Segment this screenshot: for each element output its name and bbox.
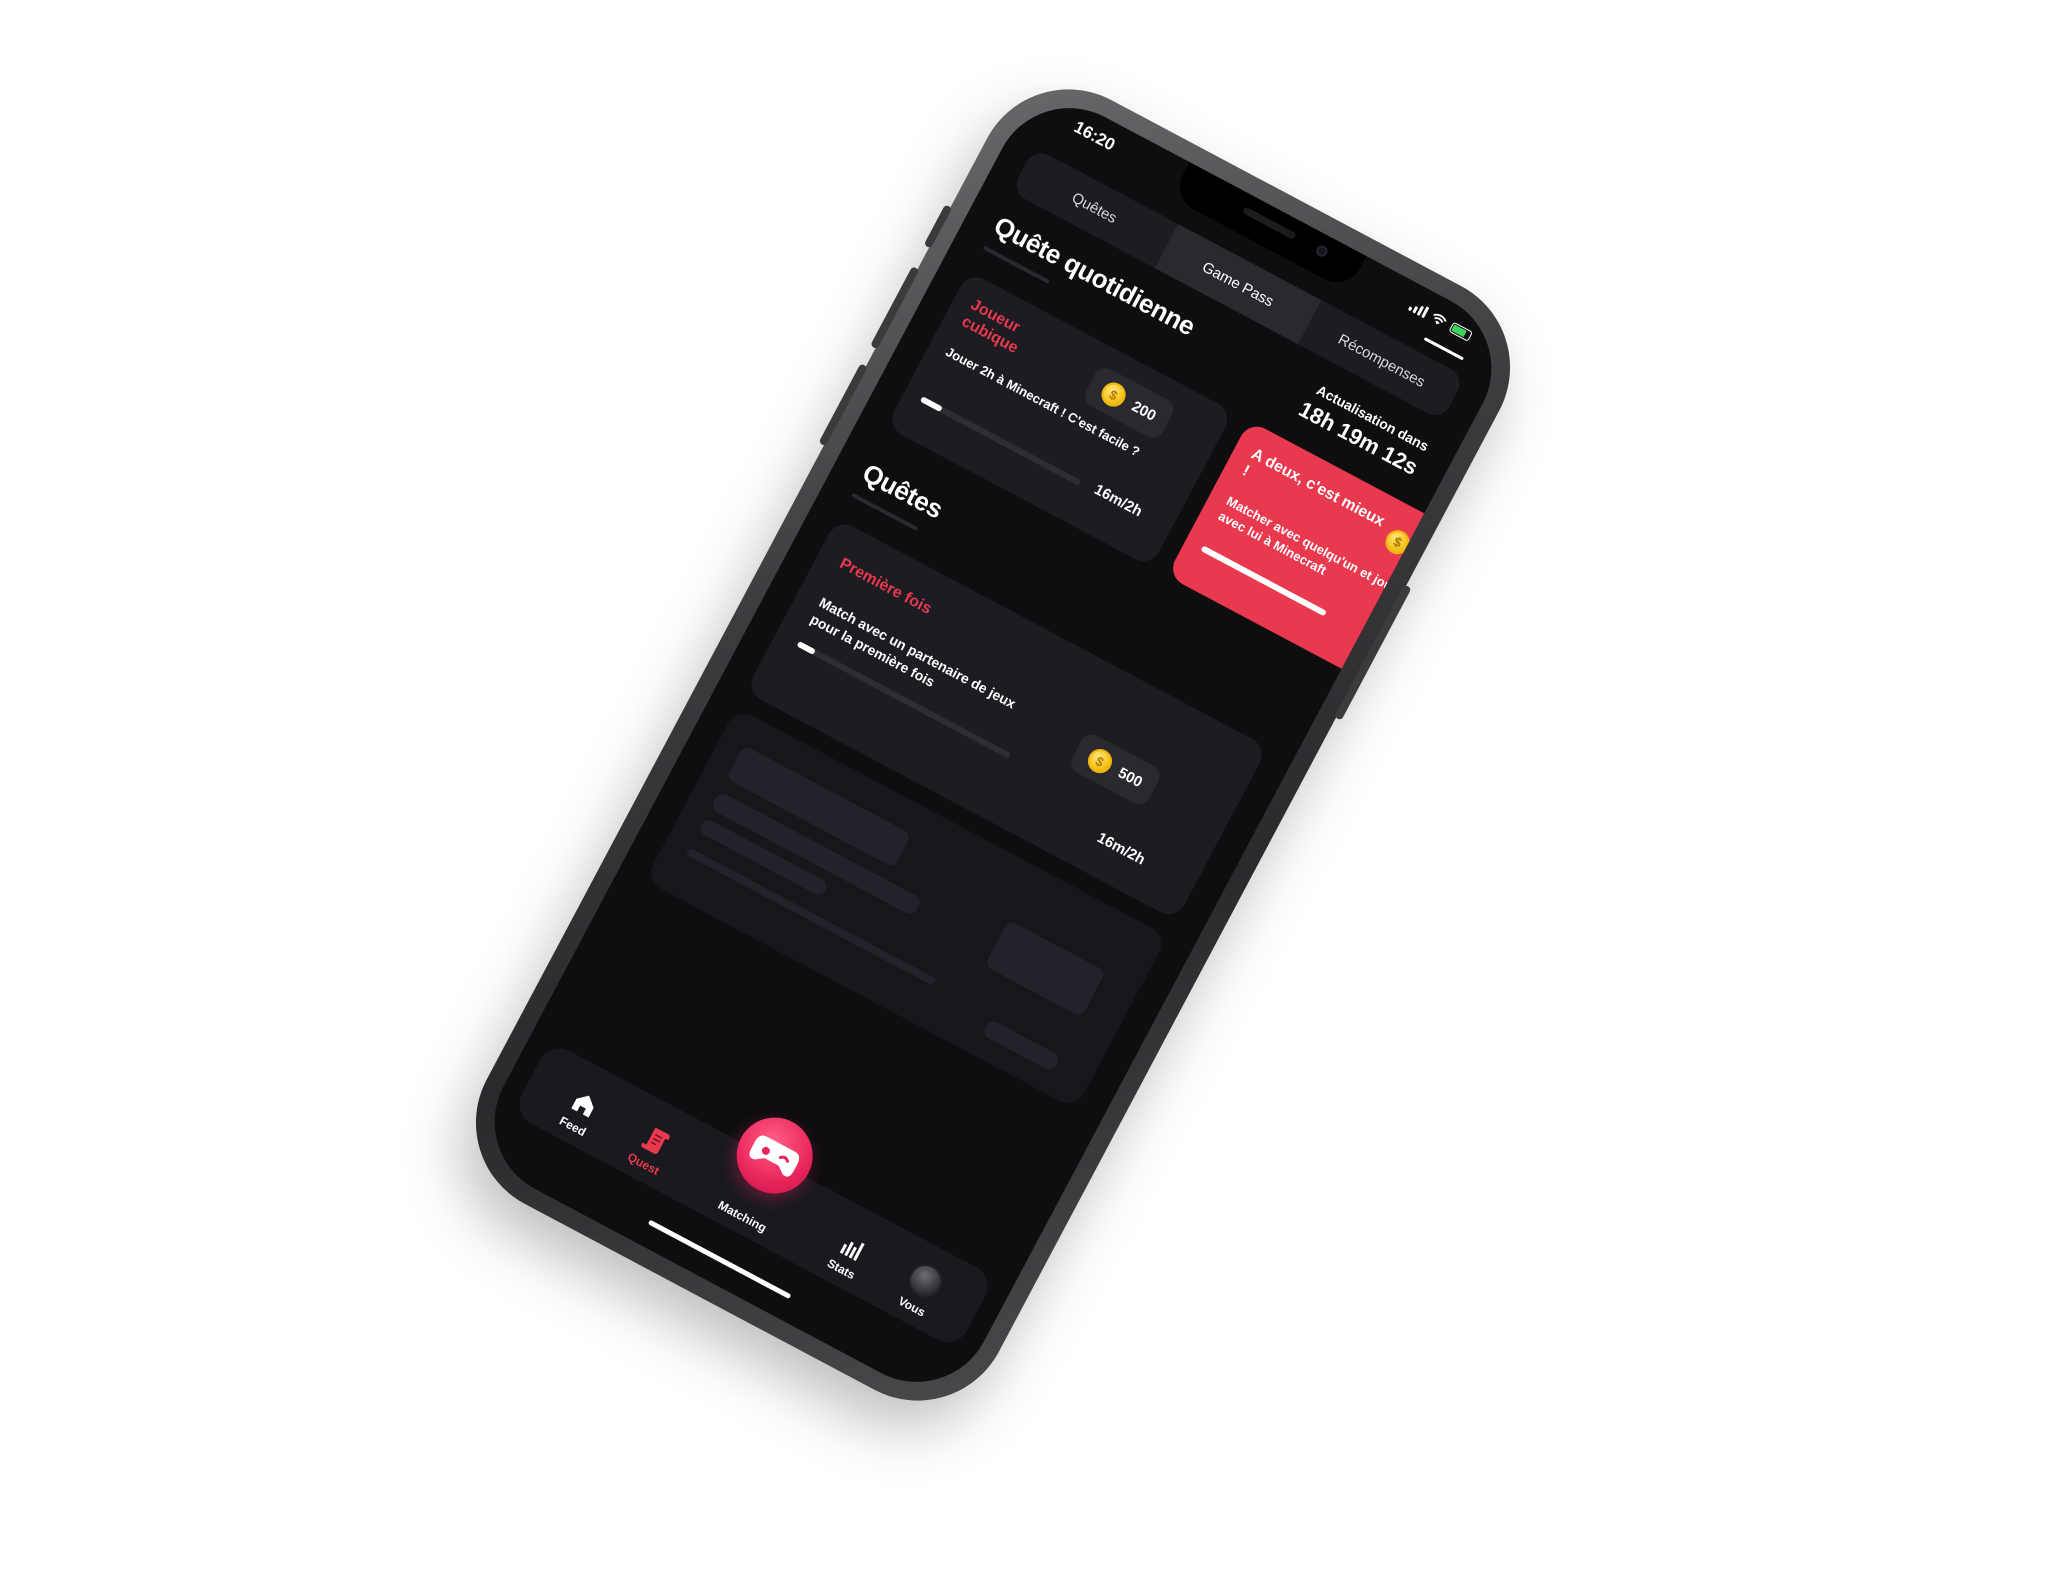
battery-icon — [1448, 321, 1474, 342]
gamepad-icon — [749, 1135, 800, 1177]
home-icon — [571, 1095, 594, 1118]
quest-progress-fill — [919, 396, 944, 413]
skeleton-bar — [981, 1018, 1061, 1073]
skeleton-bar — [984, 919, 1106, 1018]
bottom-navigation: Feed Quest Matching Stats Vous — [511, 1040, 996, 1350]
phone-screen: 16:20 Quêtes Game Pass Récompenses Quête… — [467, 81, 1519, 1409]
nav-label-matching: Matching — [715, 1197, 769, 1236]
phone-mockup: 16:20 Quêtes Game Pass Récompenses Quête… — [443, 57, 1543, 1433]
reward-amount: 500 — [1115, 763, 1146, 791]
quest-progress-text: 16m/2h — [1094, 829, 1148, 869]
mockup-stage: 16:20 Quêtes Game Pass Récompenses Quête… — [0, 0, 2048, 1590]
wifi-icon — [1433, 313, 1447, 325]
matching-button[interactable] — [723, 1104, 827, 1207]
status-time: 16:20 — [1070, 117, 1119, 155]
coin-icon: $ — [1083, 744, 1117, 778]
coin-icon: $ — [1097, 378, 1130, 411]
signal-icon — [1407, 299, 1430, 319]
quest-progress-fill — [796, 640, 817, 656]
reward-badge: $ 500 — [1067, 730, 1164, 809]
front-camera — [1314, 243, 1330, 259]
reward-amount: 200 — [1129, 397, 1160, 425]
quests-title: Quêtes — [857, 457, 949, 525]
scroll-icon — [641, 1127, 670, 1154]
quest-progress-text: 16m/2h — [1091, 481, 1146, 521]
bar-chart-icon — [839, 1241, 865, 1261]
skeleton-bar — [685, 847, 937, 986]
